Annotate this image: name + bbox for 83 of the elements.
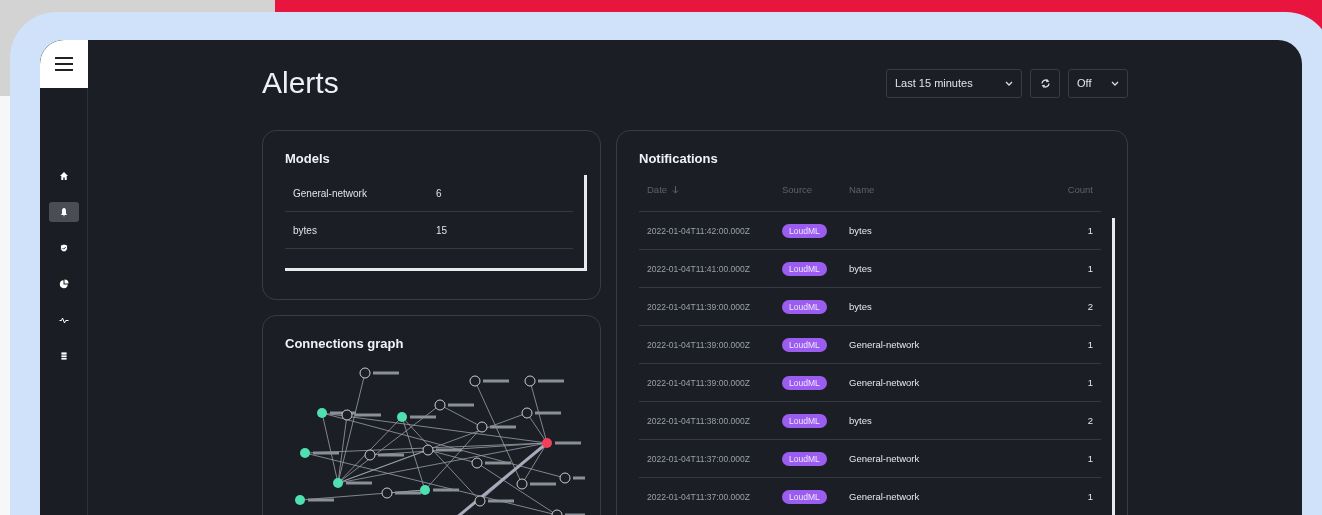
count-cell-text: 1 [1086,263,1094,274]
database-icon [58,351,69,361]
menu-icon [53,57,74,71]
graph-node[interactable] [516,478,556,490]
graph-node[interactable] [476,421,516,433]
time-range-select[interactable]: Last 15 minutes [886,68,1022,98]
graph-node[interactable] [559,472,585,484]
graph-node[interactable] [397,412,436,422]
date-cell-text: 2022-01-04T11:39:00.000Z [646,301,751,312]
scrollbar[interactable] [584,175,587,271]
menu-button[interactable] [40,40,88,88]
name-cell-text: bytes [849,263,873,274]
chevron-down-icon [1005,80,1013,86]
source-tag: LoudML [782,300,827,314]
graph-node[interactable] [471,457,511,469]
scrollbar[interactable] [1112,218,1115,515]
name-cell-text: General-network [849,453,921,464]
shield-icon [58,243,69,253]
count-cell-text: 1 [1086,377,1094,388]
source-tag: LoudML [782,414,827,428]
graph-node[interactable] [422,444,462,456]
bell-icon [58,207,69,217]
pulse-icon [58,315,69,325]
refresh-icon [1039,77,1051,89]
graph-node[interactable] [341,409,381,421]
column-header: Count [1066,184,1094,195]
name-cell-text: General-network [849,377,921,388]
name-cell-text: bytes [849,225,873,236]
source-tag: LoudML [782,376,827,390]
date-cell-text: 2022-01-04T11:38:00.000Z [646,415,751,426]
graph-node[interactable] [474,495,514,507]
graph-node[interactable] [295,495,334,505]
scrollbar[interactable] [285,268,587,271]
name-cell-text: General-network [849,339,921,350]
count-cell-text: 1 [1086,453,1094,464]
card-title: Models [285,151,331,166]
column-header: Name [849,184,876,195]
count-cell-text: 1 [1086,491,1094,502]
column-header: Source [782,184,814,195]
model-name: General-network [293,187,368,199]
graph-node[interactable] [542,438,581,448]
source-tag: LoudML [782,452,827,466]
auto-refresh-select[interactable]: Off [1068,68,1128,98]
count-cell-text: 1 [1086,339,1094,350]
home-icon [58,171,69,181]
card-title: Notifications [639,151,719,166]
model-count: 6 [436,187,442,199]
count-cell-text: 2 [1086,301,1094,312]
graph-node[interactable] [333,478,372,488]
date-cell-text: 2022-01-04T11:37:00.000Z [646,491,751,502]
name-cell-text: bytes [849,301,873,312]
model-name: bytes [293,224,318,236]
page-title: Alerts [262,66,339,100]
nav-item[interactable] [48,202,79,222]
graph-node[interactable] [364,449,404,461]
source-tag: LoudML [782,262,827,276]
graph-node[interactable] [524,375,564,387]
name-cell-text: bytes [849,415,873,426]
graph-node[interactable] [420,485,459,495]
date-cell-text: 2022-01-04T11:39:00.000Z [646,377,751,388]
source-tag: LoudML [782,338,827,352]
date-cell-text: 2022-01-04T11:39:00.000Z [646,339,751,350]
date-cell-text: 2022-01-04T11:42:00.000Z [646,225,751,236]
count-cell-text: 2 [1086,415,1094,426]
graph-node[interactable] [359,367,399,379]
graph-node[interactable] [300,448,339,458]
source-tag: LoudML [782,490,827,504]
model-count: 15 [436,224,448,236]
graph-node[interactable] [381,487,421,499]
graph-node[interactable] [469,375,509,387]
source-tag: LoudML [782,224,827,238]
pie-chart-icon [58,279,69,289]
refresh-button[interactable] [1030,68,1060,98]
card-title: Connections graph [285,336,405,351]
count-cell-text: 1 [1086,225,1094,236]
date-cell-text: 2022-01-04T11:37:00.000Z [646,453,751,464]
date-cell-text: 2022-01-04T11:41:00.000Z [646,263,751,274]
name-cell-text: General-network [849,491,921,502]
graph-node[interactable] [434,399,474,411]
chevron-down-icon [1111,80,1119,86]
graph-node[interactable] [551,509,585,515]
sort-arrow-icon [672,185,680,194]
graph-node[interactable] [521,407,561,419]
